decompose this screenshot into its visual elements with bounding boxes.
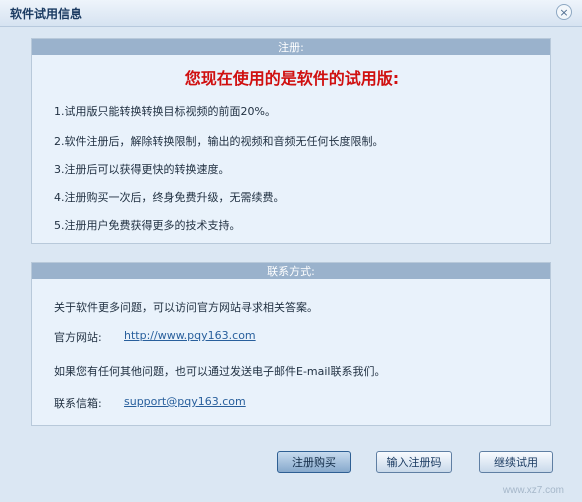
contact-panel: 联系方式: 关于软件更多问题，可以访问官方网站寻求相关答案。 官方网站: htt…: [31, 262, 551, 426]
close-icon: ×: [559, 5, 569, 19]
contact-panel-header: 联系方式:: [32, 263, 550, 279]
enter-code-button[interactable]: 输入注册码: [376, 451, 452, 473]
rule-item-1: 1.试用版只能转换转换目标视频的前面20%。: [54, 105, 276, 118]
rule-item-5: 5.注册用户免费获得更多的技术支持。: [54, 219, 241, 232]
close-button[interactable]: ×: [556, 4, 572, 20]
register-panel-header: 注册:: [32, 39, 550, 55]
contact-about-text: 关于软件更多问题，可以访问官方网站寻求相关答案。: [54, 301, 318, 314]
email-label: 联系信箱:: [54, 397, 102, 410]
website-link[interactable]: http://www.pqy163.com: [124, 329, 256, 342]
email-link[interactable]: support@pqy163.com: [124, 395, 246, 408]
rule-item-2: 2.软件注册后，解除转换限制，输出的视频和音频无任何长度限制。: [54, 135, 384, 148]
watermark: www.xz7.com: [502, 485, 564, 496]
buy-register-button[interactable]: 注册购买: [277, 451, 351, 473]
window-titlebar: 软件试用信息 ×: [0, 0, 582, 27]
rule-item-4: 4.注册购买一次后，终身免费升级，无需续费。: [54, 191, 285, 204]
rule-item-3: 3.注册后可以获得更快的转换速度。: [54, 163, 230, 176]
window-title: 软件试用信息: [10, 7, 83, 21]
register-panel: 注册: 您现在使用的是软件的试用版: 1.试用版只能转换转换目标视频的前面20%…: [31, 38, 551, 244]
website-label: 官方网站:: [54, 331, 102, 344]
contact-other-text: 如果您有任何其他问题，也可以通过发送电子邮件E-mail联系我们。: [54, 365, 386, 378]
continue-trial-button[interactable]: 继续试用: [479, 451, 553, 473]
trial-headline: 您现在使用的是软件的试用版:: [184, 69, 400, 88]
